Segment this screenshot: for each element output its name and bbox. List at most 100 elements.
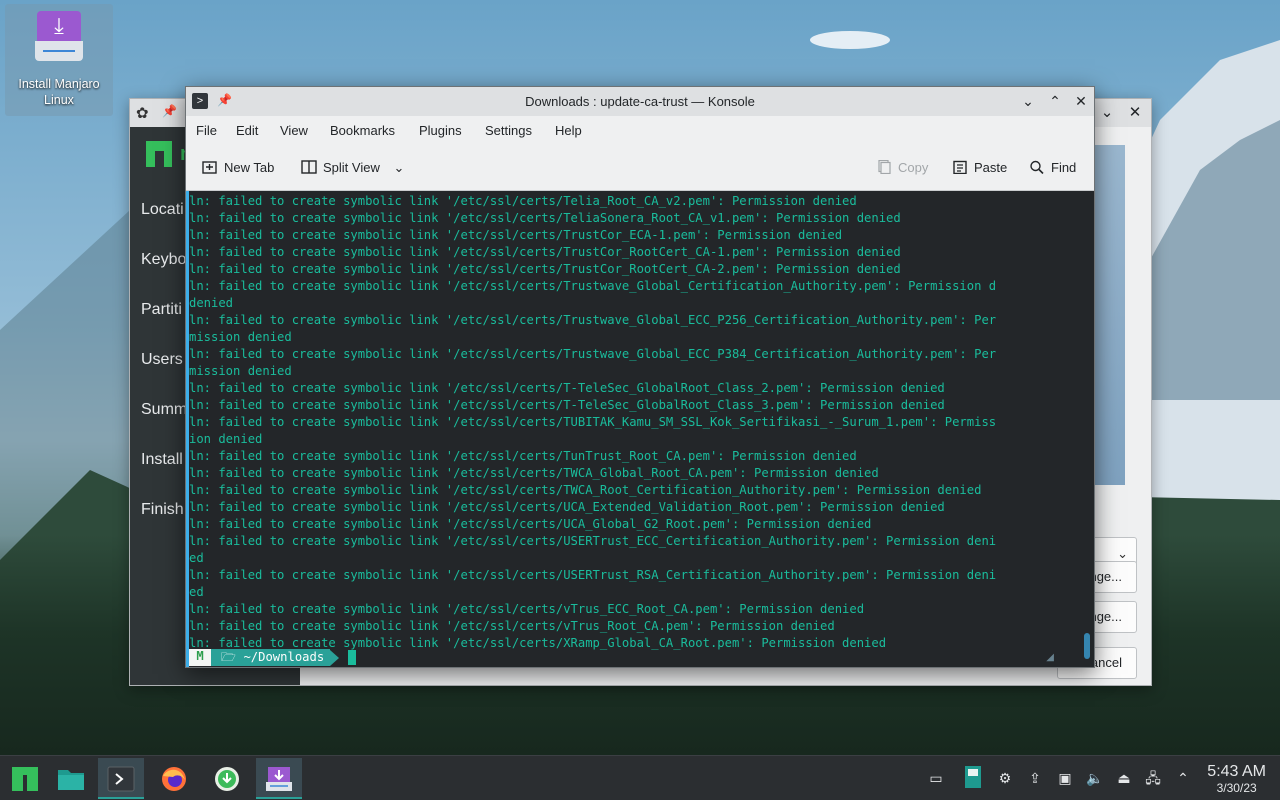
kde-connect-icon[interactable]: ⚙: [995, 768, 1015, 788]
terminal-tray-icon[interactable]: ▣: [1055, 768, 1075, 788]
menu-plugins[interactable]: Plugins: [419, 123, 462, 138]
terminal-line: mission denied: [189, 364, 292, 378]
install-icon: ⤓: [35, 11, 83, 67]
terminal-line: ln: failed to create symbolic link '/etc…: [189, 483, 982, 497]
find-label: Find: [1051, 160, 1077, 175]
terminal-line: ln: failed to create symbolic link '/etc…: [189, 228, 843, 242]
sidebar-step-summary: Summ: [141, 401, 188, 418]
sidebar-step-users: Users: [141, 351, 183, 368]
konsole-window[interactable]: > 📌 Downloads : update-ca-trust — Konsol…: [185, 86, 1095, 668]
menu-file[interactable]: File: [196, 123, 217, 138]
clock[interactable]: 5:43 AM 3/30/23: [1207, 763, 1266, 795]
terminal-output: ln: failed to create symbolic link '/etc…: [189, 193, 1082, 652]
terminal-line: ed: [189, 551, 204, 565]
copy-button[interactable]: Copy: [876, 160, 928, 175]
clock-time: 5:43 AM: [1207, 763, 1266, 780]
copy-icon: [878, 160, 891, 174]
updates-icon[interactable]: ⇪: [1025, 768, 1045, 788]
manjaro-menu-icon: [12, 767, 38, 791]
taskbar-konsole[interactable]: [98, 758, 144, 799]
taskbar-pamac[interactable]: [204, 758, 250, 799]
terminal-scrollbar[interactable]: [1084, 633, 1090, 659]
terminal-line: ln: failed to create symbolic link '/etc…: [189, 449, 857, 463]
installer-app-icon: ✿: [136, 105, 149, 122]
chevron-down-icon[interactable]: ⌄: [393, 160, 404, 175]
paste-label: Paste: [974, 160, 1008, 175]
pin-icon[interactable]: 📌: [162, 104, 177, 118]
new-tab-icon: [202, 161, 217, 174]
installer-icon: [266, 767, 292, 791]
paste-icon: [953, 160, 967, 174]
prompt-directory-text: ~/Downloads: [243, 650, 325, 664]
split-view-button[interactable]: Split View ⌄: [301, 160, 404, 176]
terminal-line: ed: [189, 585, 204, 599]
terminal-line: ln: failed to create symbolic link '/etc…: [189, 619, 835, 633]
file-manager-icon: [58, 770, 84, 790]
close-button[interactable]: ✕: [1125, 103, 1145, 123]
terminal-line: ln: failed to create symbolic link '/etc…: [189, 262, 901, 276]
terminal-line: ln: failed to create symbolic link '/etc…: [189, 313, 997, 327]
app-launcher-button[interactable]: [2, 758, 48, 799]
terminal-line: ion denied: [189, 432, 263, 446]
shell-prompt[interactable]: M 🗁 ~/Downloads: [189, 649, 357, 666]
prompt-arrow: [330, 649, 340, 666]
chevron-down-icon: ⌄: [1117, 546, 1128, 561]
terminal-line: ln: failed to create symbolic link '/etc…: [189, 245, 901, 259]
window-title: Downloads : update-ca-trust — Konsole: [525, 94, 755, 109]
taskbar-firefox[interactable]: [151, 758, 197, 799]
tray-expand-icon[interactable]: ⌃: [1173, 768, 1193, 788]
minimize-button[interactable]: ⌄: [1097, 103, 1117, 123]
terminal-line: ln: failed to create symbolic link '/etc…: [189, 398, 945, 412]
menu-view[interactable]: View: [280, 123, 308, 138]
show-desktop-icon[interactable]: ▭: [926, 768, 946, 788]
timezone-map[interactable]: [1095, 145, 1125, 485]
konsole-icon: [107, 766, 135, 792]
terminal-line: ln: failed to create symbolic link '/etc…: [189, 415, 997, 429]
menu-bookmarks[interactable]: Bookmarks: [330, 123, 395, 138]
firefox-icon: [162, 767, 186, 791]
sidebar-step-location: Locati: [141, 201, 184, 218]
maximize-button[interactable]: ⌃: [1045, 91, 1065, 111]
network-icon[interactable]: 🖧: [1143, 768, 1163, 788]
menu-edit[interactable]: Edit: [236, 123, 258, 138]
terminal-cursor: [348, 650, 357, 665]
terminal-line: mission denied: [189, 330, 292, 344]
close-button[interactable]: ✕: [1071, 91, 1091, 111]
usb-icon[interactable]: ⏏: [1114, 768, 1134, 788]
minimize-button[interactable]: ⌄: [1018, 91, 1038, 111]
desktop-icon-install-manjaro[interactable]: ⤓ Install Manjaro Linux: [5, 4, 113, 116]
sidebar-step-finish: Finish: [141, 501, 184, 518]
taskbar: ▭ ⚙ ⇪ ▣ 🔈 ⏏ 🖧 ⌃ 5:43 AM 3/30/23: [0, 755, 1280, 800]
terminal-line: ln: failed to create symbolic link '/etc…: [189, 347, 997, 361]
sidebar-step-partitions: Partiti: [141, 301, 182, 318]
desktop-icon-label: Install Manjaro Linux: [18, 77, 100, 107]
menu-help[interactable]: Help: [555, 123, 582, 138]
toolbar: New Tab Split View ⌄ Copy Paste Find: [186, 146, 1094, 191]
volume-icon[interactable]: 🔈: [1085, 768, 1105, 788]
terminal-line: ln: failed to create symbolic link '/etc…: [189, 517, 872, 531]
taskbar-dolphin[interactable]: [48, 758, 94, 799]
clipboard-icon[interactable]: [962, 764, 984, 792]
terminal-view[interactable]: ln: failed to create symbolic link '/etc…: [186, 191, 1094, 667]
konsole-titlebar[interactable]: > 📌 Downloads : update-ca-trust — Konsol…: [186, 87, 1094, 116]
paste-button[interactable]: Paste: [952, 160, 1007, 175]
terminal-line: ln: failed to create symbolic link '/etc…: [189, 534, 997, 548]
terminal-line: ln: failed to create symbolic link '/etc…: [189, 466, 879, 480]
find-button[interactable]: Find: [1029, 160, 1076, 175]
menubar: File Edit View Bookmarks Plugins Setting…: [186, 116, 1094, 146]
sidebar-step-keyboard: Keybo: [141, 251, 187, 268]
new-tab-button[interactable]: New Tab: [202, 160, 274, 175]
terminal-line: ln: failed to create symbolic link '/etc…: [189, 500, 945, 514]
terminal-line: denied: [189, 296, 234, 310]
menu-settings[interactable]: Settings: [485, 123, 532, 138]
terminal-line: ln: failed to create symbolic link '/etc…: [189, 211, 901, 225]
search-icon: [1030, 160, 1044, 174]
split-view-icon: [301, 160, 317, 174]
terminal-line: ln: failed to create symbolic link '/etc…: [189, 279, 997, 293]
terminal-line: ln: failed to create symbolic link '/etc…: [189, 381, 945, 395]
terminal-line: ln: failed to create symbolic link '/etc…: [189, 602, 865, 616]
taskbar-installer[interactable]: [256, 758, 302, 799]
prompt-directory: 🗁 ~/Downloads: [211, 649, 331, 666]
new-tab-label: New Tab: [224, 160, 275, 175]
resize-grip-icon[interactable]: ◢: [1046, 652, 1054, 663]
